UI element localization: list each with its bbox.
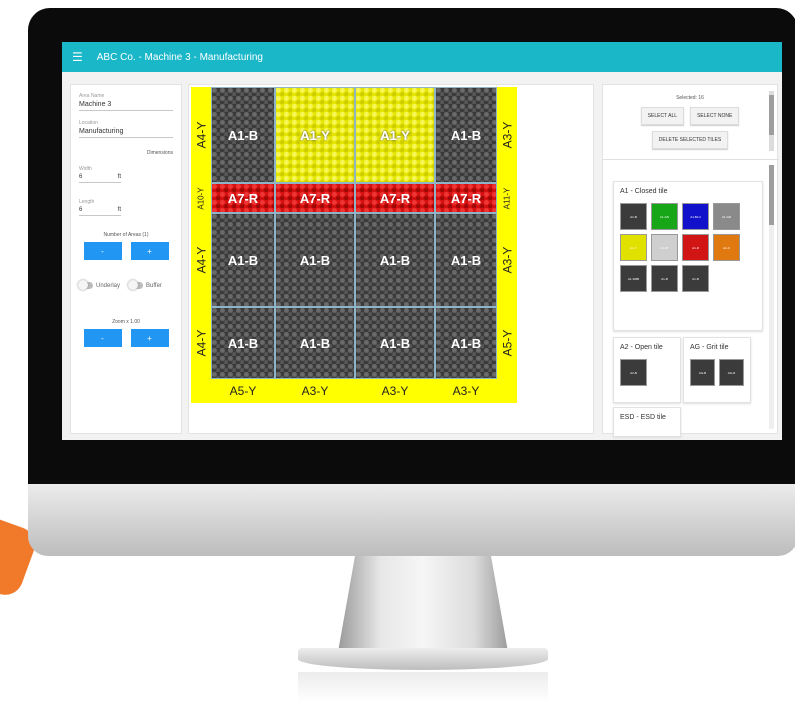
palette-scrollbar[interactable] — [769, 165, 774, 429]
hamburger-menu-icon[interactable]: ☰ — [72, 50, 83, 64]
edge-tile[interactable]: A4-Y — [191, 87, 211, 183]
buffer-toggle[interactable] — [128, 280, 144, 290]
ag-swatch[interactable]: AG-B — [690, 359, 715, 386]
edge-tile[interactable]: A4-Y — [191, 213, 211, 307]
zoom-in-button[interactable]: + — [130, 329, 169, 347]
select-none-button[interactable]: SELECT NONE — [690, 107, 740, 125]
floor-layout: A4-Y A10-Y A4-Y A4-Y A3-Y A11-Y A3-Y A5-… — [191, 87, 517, 403]
edge-tile[interactable]: A3-Y — [435, 379, 497, 403]
edge-tile[interactable]: A5-Y — [497, 307, 517, 379]
floor-tile[interactable]: A1-B — [275, 213, 355, 307]
floor-tile[interactable]: A1-B — [435, 87, 497, 183]
edge-tile[interactable]: A5-Y — [211, 379, 275, 403]
length-label: Length — [79, 199, 95, 205]
width-field[interactable]: Width 6 ft — [79, 166, 121, 183]
selected-count: Selected: 16 — [676, 95, 704, 101]
floor-tile[interactable]: A1-B — [211, 307, 275, 379]
floor-tile[interactable]: A1-B — [355, 213, 435, 307]
esd-title: ESD - ESD tile — [620, 414, 666, 421]
floor-tile[interactable]: A1-B — [355, 307, 435, 379]
a1-swatch[interactable]: A1-Y — [620, 234, 647, 261]
a1-swatch[interactable]: A1-B — [682, 265, 709, 292]
length-value: 6 — [79, 207, 83, 213]
a2-swatch[interactable]: A2-B — [620, 359, 647, 386]
monitor-chin — [28, 484, 795, 556]
edge-tile[interactable]: A11-Y — [497, 183, 517, 213]
a1-swatch[interactable]: A1-GR — [713, 203, 740, 230]
floor-tile[interactable]: A1-B — [275, 307, 355, 379]
esd-tile-card: ESD - ESD tile — [613, 407, 681, 437]
dimensions-label: Dimensions — [146, 150, 173, 156]
location-field[interactable]: Location Manufacturing — [79, 120, 173, 138]
edge-tile[interactable]: A3-Y — [497, 87, 517, 183]
app-title: ABC Co. - Machine 3 - Manufacturing — [96, 51, 263, 63]
area-settings-panel: Area Name Machine 3 Location Manufacturi… — [70, 84, 182, 434]
area-name-field[interactable]: Area Name Machine 3 — [79, 93, 173, 111]
monitor-stand-foot — [298, 648, 548, 670]
edge-tile[interactable]: A3-Y — [275, 379, 355, 403]
tile-palette-panel: Selected: 16 SELECT ALL SELECT NONE DELE… — [602, 84, 779, 437]
areas-decrement-button[interactable]: - — [83, 242, 122, 260]
a1-swatch[interactable]: A1-BLU — [682, 203, 709, 230]
floor-tile[interactable]: A1-B — [435, 213, 497, 307]
edge-tile[interactable]: A3-Y — [497, 213, 517, 307]
location-value: Manufacturing — [79, 128, 124, 135]
stand-reflection — [298, 672, 548, 702]
buffer-label: Buffer — [146, 282, 162, 289]
divider — [603, 159, 779, 160]
location-label: Location — [79, 120, 98, 126]
monitor-stand-neck — [338, 556, 508, 652]
floor-tile[interactable]: A7-R — [211, 183, 275, 213]
screen: ☰ ABC Co. - Machine 3 - Manufacturing Ar… — [62, 42, 782, 440]
width-label: Width — [79, 166, 92, 172]
a1-title: A1 - Closed tile — [620, 188, 668, 195]
area-name-label: Area Name — [79, 93, 105, 99]
a1-swatch[interactable]: A1-R — [682, 234, 709, 261]
edge-tile[interactable]: A3-Y — [355, 379, 435, 403]
width-value: 6 — [79, 174, 83, 180]
zoom-label: Zoom x 1.00 — [112, 319, 140, 325]
length-unit: ft — [117, 207, 121, 213]
a2-tile-card: A2 - Open tile A2-B — [613, 337, 681, 403]
top-scrollbar[interactable] — [769, 91, 774, 151]
underlay-toggle[interactable] — [78, 280, 93, 290]
zoom-out-button[interactable]: - — [83, 329, 122, 347]
floor-tile[interactable]: A1-B — [435, 307, 497, 379]
a2-title: A2 - Open tile — [620, 344, 663, 351]
areas-increment-button[interactable]: + — [130, 242, 169, 260]
edge-tile[interactable]: A4-Y — [191, 307, 211, 379]
number-of-areas-label: Number of Areas (1) — [103, 232, 149, 238]
floor-tile[interactable]: A1-Y — [275, 87, 355, 183]
a1-swatch[interactable]: A1-SMB — [620, 265, 647, 292]
width-unit: ft — [117, 174, 121, 180]
floor-canvas[interactable]: A4-Y A10-Y A4-Y A4-Y A3-Y A11-Y A3-Y A5-… — [188, 84, 594, 434]
select-all-button[interactable]: SELECT ALL — [640, 107, 685, 125]
ag-tile-card: AG - Grit tile AG-B AG-R — [683, 337, 751, 403]
a1-tile-card: A1 - Closed tile A1-B A1-GN A1-BLU A1-GR A1-… — [613, 181, 763, 331]
a1-swatch[interactable]: A1-B — [620, 203, 647, 230]
floor-tile[interactable]: A1-B — [211, 87, 275, 183]
length-field[interactable]: Length 6 ft — [79, 199, 121, 216]
floor-tile[interactable]: A7-R — [435, 183, 497, 213]
a1-swatch[interactable]: A1-O — [713, 234, 740, 261]
floor-tile[interactable]: A7-R — [275, 183, 355, 213]
app-bar: ☰ ABC Co. - Machine 3 - Manufacturing — [62, 42, 782, 72]
ag-swatch[interactable]: AG-R — [719, 359, 744, 386]
edge-tile[interactable]: A10-Y — [191, 183, 211, 213]
a1-swatch[interactable]: A1-B — [651, 265, 678, 292]
floor-tile[interactable]: A7-R — [355, 183, 435, 213]
ag-title: AG - Grit tile — [690, 344, 729, 351]
underlay-label: Underlay — [96, 282, 121, 289]
floor-tile[interactable]: A1-Y — [355, 87, 435, 183]
a1-swatch-grid: A1-B A1-GN A1-BLU A1-GR A1-Y A1-ST A1-R A1-O A1-… — [620, 203, 756, 292]
a1-swatch[interactable]: A1-GN — [651, 203, 678, 230]
floor-tile[interactable]: A1-B — [211, 213, 275, 307]
delete-selected-button[interactable]: DELETE SELECTED TILES — [651, 131, 729, 149]
a1-swatch[interactable]: A1-ST — [651, 234, 678, 261]
area-name-value: Machine 3 — [79, 101, 112, 108]
